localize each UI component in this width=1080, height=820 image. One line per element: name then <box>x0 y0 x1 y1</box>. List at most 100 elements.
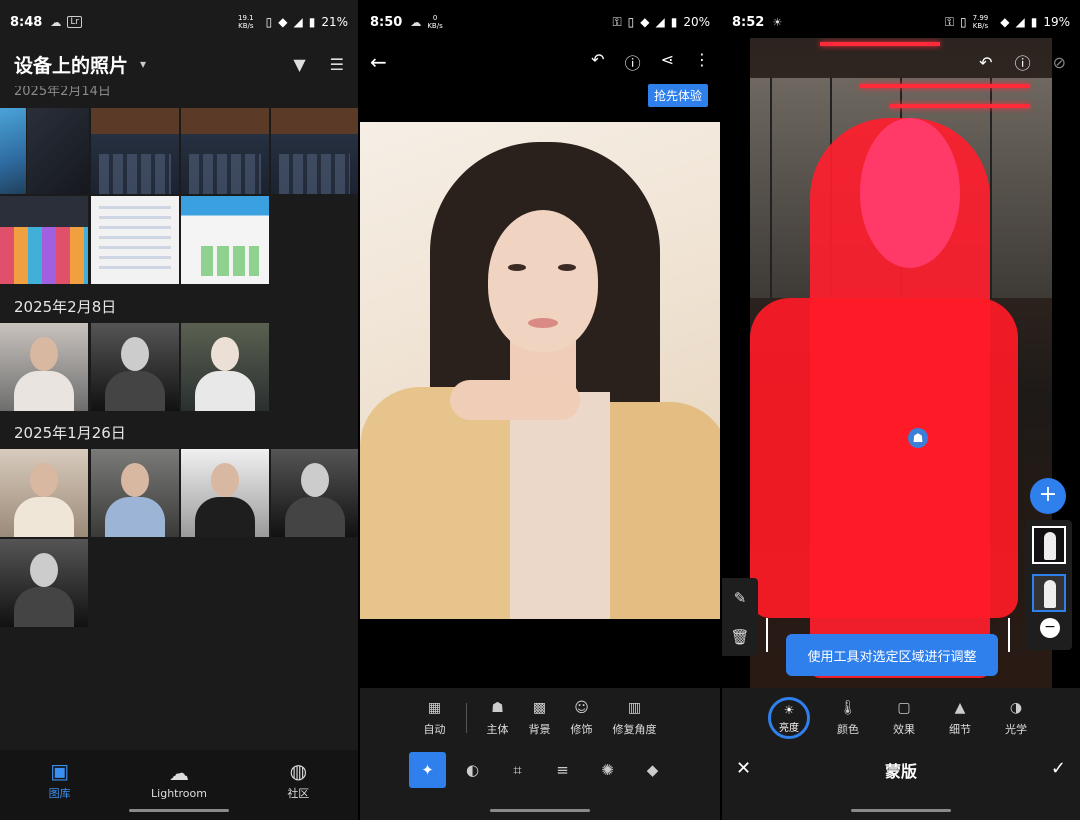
status-bar: 8:52 ☀ 0KB/s ⚿ ▯ 7.99KB/s ◆ ◢ ▮ 19% <box>722 0 1080 44</box>
photo-thumbnail[interactable] <box>181 449 269 537</box>
home-indicator <box>851 809 951 812</box>
crop-icon[interactable]: ⊘ <box>1053 53 1066 72</box>
battery-percent: 19% <box>1043 15 1070 29</box>
speed-unit: KB/s <box>238 22 254 30</box>
neon-light <box>890 104 1030 108</box>
photo-thumbnail[interactable] <box>0 323 88 411</box>
chevron-down-icon[interactable]: ▾ <box>140 57 146 71</box>
filter-icon[interactable]: ▼ <box>293 55 305 74</box>
mask-toolbar: ↶ ⓘ ⊘ <box>722 44 1080 80</box>
share-icon[interactable]: ⋖ <box>661 50 674 74</box>
status-bar: 8:50 ☁ 0 KB/s ⚿ ▯ ◆ ◢ ▮ 20% <box>360 0 720 44</box>
add-mask-button[interactable]: + <box>1030 478 1066 514</box>
sliders-icon[interactable]: ≡ <box>544 752 581 788</box>
early-access-badge[interactable]: 抢先体验 <box>647 84 708 107</box>
nav-item-community[interactable]: ◍ 社区 <box>239 750 358 820</box>
library-icon: ▣ <box>50 759 70 783</box>
home-indicator <box>129 809 229 812</box>
vibrate-icon: ▯ <box>265 15 273 29</box>
tool-detail[interactable]: ▲ 细节 <box>942 700 978 737</box>
photo-thumbnail[interactable] <box>91 196 179 284</box>
photo-thumbnail[interactable] <box>271 134 358 194</box>
photo-thumbnail[interactable] <box>27 108 89 194</box>
healing-icon[interactable]: ✺ <box>589 752 626 788</box>
status-bar: 8:48 ☁ Lr 19.1 KB/s ▯ ◆ ◢ ▮ 21% <box>0 0 358 44</box>
perspective-icon: ▥ <box>627 699 642 716</box>
photo-thumbnail[interactable] <box>0 108 26 194</box>
vibrate-icon: ▯ <box>627 15 635 29</box>
date-label: 2025年2月8日 <box>14 298 117 316</box>
help-icon[interactable]: ⓘ <box>625 50 641 74</box>
brightness-icon: ☀ <box>783 702 795 717</box>
photo-thumbnail[interactable] <box>181 134 269 194</box>
cloud-icon: ☁ <box>410 15 422 29</box>
mask-icon[interactable]: ◐ <box>454 752 491 788</box>
edited-photo[interactable] <box>360 122 720 619</box>
mask-thumbnail[interactable] <box>1032 526 1066 564</box>
tool-color[interactable]: 🌡 颜色 <box>830 700 866 737</box>
tool-retouch[interactable]: ☺ 修饰 <box>571 700 593 737</box>
arrow-left-icon[interactable]: ← <box>370 50 387 74</box>
lightroom-app-badge: Lr <box>67 16 83 28</box>
trash-icon[interactable]: 🗑 <box>730 628 749 646</box>
tool-perspective[interactable]: ▥ 修复角度 <box>613 700 657 737</box>
photo-thumbnail[interactable] <box>0 196 88 284</box>
battery-percent: 20% <box>683 15 710 29</box>
subtract-mask-button[interactable]: − <box>1040 618 1060 638</box>
tool-label: 背景 <box>528 722 551 736</box>
speed-value: 19.1 <box>238 14 254 22</box>
close-icon[interactable]: ✕ <box>736 758 751 779</box>
background-icon: ▩ <box>532 699 547 716</box>
photo-thumbnail[interactable] <box>91 323 179 411</box>
page-title[interactable]: 设备上的照片 <box>14 51 128 78</box>
ai-tools-bar: ▦ 自动 ☗ 主体 ▩ 背景 ☺ 修饰 ▥ 修复角度 <box>360 688 720 748</box>
person-pin-icon[interactable]: ☗ <box>908 428 928 448</box>
tool-brightness[interactable]: ☀ 亮度 <box>768 697 810 739</box>
hint-toast: 使用工具对选定区域进行调整 <box>786 634 998 676</box>
photo-thumbnail[interactable] <box>0 449 88 537</box>
tool-label: 效果 <box>893 722 915 736</box>
crop-icon[interactable]: ⌗ <box>499 752 536 788</box>
more-vertical-icon[interactable]: ⋮ <box>694 50 710 74</box>
nav-item-library[interactable]: ▣ 图库 <box>0 750 119 820</box>
photo-thumbnail[interactable] <box>91 449 179 537</box>
tool-optics[interactable]: ◑ 光学 <box>998 700 1034 737</box>
help-icon[interactable]: ⓘ <box>1015 50 1031 74</box>
date-label: 2025年1月26日 <box>14 424 126 442</box>
tool-label: 细节 <box>949 722 971 736</box>
mask-screen: ☗ 8:52 ☀ 0KB/s ⚿ ▯ 7.99KB/s ◆ ◢ ▮ 19% ↶ … <box>722 0 1080 820</box>
photo-eye <box>508 264 526 271</box>
key-icon: ⚿ <box>612 14 622 29</box>
photo-thumbnail[interactable] <box>0 539 88 627</box>
mask-bottom-bar: ✕ 蒙版 ✓ <box>722 748 1080 820</box>
photo-thumbnail[interactable] <box>181 196 269 284</box>
sort-icon[interactable]: ☰ <box>330 55 344 74</box>
photo-thumbnail[interactable] <box>271 449 358 537</box>
effects-icon: ▢ <box>897 699 911 716</box>
photo-thumbnail[interactable] <box>91 134 179 194</box>
nav-label: 社区 <box>287 787 310 800</box>
tool-background[interactable]: ▩ 背景 <box>529 700 551 737</box>
edit-mask-icon[interactable]: ✎ <box>734 589 747 607</box>
photo-hand <box>450 380 580 420</box>
tool-auto[interactable]: ▦ 自动 <box>424 700 446 737</box>
signal-icon: ◢ <box>1015 15 1025 29</box>
photo-thumbnail[interactable] <box>181 323 269 411</box>
masked-photo[interactable]: ☗ <box>750 38 1052 688</box>
status-time: 8:50 <box>370 14 403 30</box>
undo-icon[interactable]: ↶ <box>591 50 604 74</box>
photo-face <box>488 210 598 352</box>
slider-handle[interactable] <box>766 618 768 652</box>
slider-handle[interactable] <box>1008 618 1010 652</box>
magic-wand-icon[interactable]: ✦ <box>409 752 446 788</box>
mask-thumbnail[interactable] <box>1032 574 1066 612</box>
wifi-icon: ◆ <box>1000 15 1010 29</box>
brightness-icon: ☀ <box>772 15 783 29</box>
eraser-icon[interactable]: ◆ <box>634 752 671 788</box>
tool-effects[interactable]: ▢ 效果 <box>886 700 922 737</box>
tool-label: 修饰 <box>570 722 593 736</box>
check-icon[interactable]: ✓ <box>1051 758 1066 779</box>
network-speed: 0 KB/s <box>427 14 442 30</box>
tool-subject[interactable]: ☗ 主体 <box>487 700 509 737</box>
undo-icon[interactable]: ↶ <box>979 53 992 72</box>
